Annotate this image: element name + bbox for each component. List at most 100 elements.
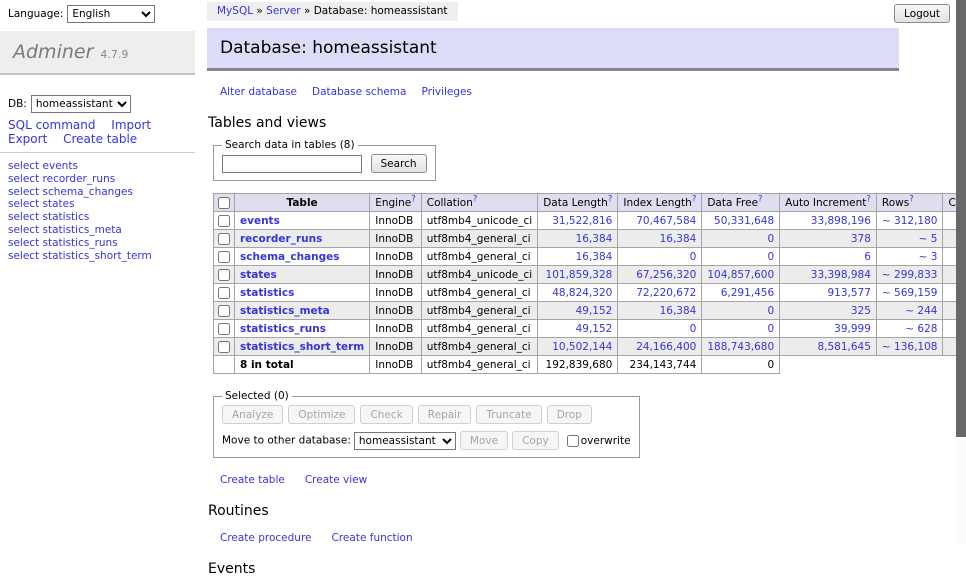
rows-link[interactable]: ~ 244 — [905, 305, 937, 317]
data-length-link[interactable]: 10,502,144 — [552, 341, 612, 353]
help-link[interactable]: ? — [608, 194, 613, 204]
rows-link[interactable]: ~ 569,159 — [882, 287, 938, 299]
sidebar-link-export[interactable]: Export — [8, 132, 47, 146]
breadcrumb-link-mysql[interactable]: MySQL — [217, 5, 253, 17]
search-input[interactable] — [222, 155, 362, 173]
move-db-select[interactable]: homeassistant — [354, 432, 456, 450]
table-name-link[interactable]: statistics — [240, 287, 294, 299]
help-link[interactable]: ? — [692, 194, 697, 204]
drop-button[interactable]: Drop — [547, 405, 592, 424]
help-link[interactable]: ? — [758, 194, 763, 204]
table-name-link[interactable]: events — [240, 215, 280, 227]
sidebar-select-events[interactable]: select events — [8, 160, 78, 172]
move-button[interactable]: Move — [460, 431, 508, 450]
sidebar-link-create-table[interactable]: Create table — [63, 132, 137, 146]
auto-increment-link[interactable]: 33,898,196 — [811, 215, 871, 227]
optimize-button[interactable]: Optimize — [288, 405, 355, 424]
help-link[interactable]: ? — [866, 194, 871, 204]
table-name-link[interactable]: statistics_short_term — [240, 341, 364, 353]
create-view-link[interactable]: Create view — [305, 474, 367, 486]
auto-increment-link[interactable]: 325 — [851, 305, 871, 317]
create-procedure-link[interactable]: Create procedure — [220, 532, 312, 544]
check-button[interactable]: Check — [360, 405, 412, 424]
search-button[interactable]: Search — [371, 154, 427, 173]
row-checkbox[interactable] — [218, 323, 230, 335]
help-link[interactable]: ? — [473, 194, 478, 204]
data-length-link[interactable]: 49,152 — [576, 305, 613, 317]
auto-increment-link[interactable]: 6 — [864, 251, 871, 263]
sidebar-select-recorder-runs[interactable]: select recorder_runs — [8, 173, 115, 185]
db-select[interactable]: homeassistant — [31, 95, 131, 113]
repair-button[interactable]: Repair — [418, 405, 472, 424]
index-length-link[interactable]: 67,256,320 — [636, 269, 696, 281]
sidebar-link-import[interactable]: Import — [111, 118, 151, 132]
breadcrumb-link-server[interactable]: Server — [266, 5, 300, 17]
row-checkbox[interactable] — [218, 341, 230, 353]
data-length-link[interactable]: 49,152 — [576, 323, 613, 335]
row-checkbox[interactable] — [218, 215, 230, 227]
sidebar-select-statistics-short-term[interactable]: select statistics_short_term — [8, 250, 152, 262]
sidebar-select-statistics-meta[interactable]: select statistics_meta — [8, 224, 122, 236]
row-checkbox[interactable] — [218, 251, 230, 263]
sidebar-select-states[interactable]: select states — [8, 198, 75, 210]
alter-database-link[interactable]: Alter database — [220, 86, 297, 98]
auto-increment-link[interactable]: 33,398,984 — [811, 269, 871, 281]
data-length-link[interactable]: 101,859,328 — [546, 269, 613, 281]
help-link[interactable]: ? — [909, 194, 914, 204]
sidebar-select-statistics[interactable]: select statistics — [8, 211, 89, 223]
create-table-link[interactable]: Create table — [220, 474, 285, 486]
overwrite-checkbox[interactable] — [567, 435, 579, 447]
data-free-link[interactable]: 6,291,456 — [721, 287, 774, 299]
rows-link[interactable]: ~ 628 — [905, 323, 937, 335]
logout-button[interactable]: Logout — [894, 4, 950, 23]
index-length-link[interactable]: 16,384 — [660, 233, 697, 245]
index-length-link[interactable]: 16,384 — [660, 305, 697, 317]
row-checkbox[interactable] — [218, 233, 230, 245]
data-length-link[interactable]: 31,522,816 — [552, 215, 612, 227]
table-name-link[interactable]: recorder_runs — [240, 233, 322, 245]
privileges-link[interactable]: Privileges — [421, 86, 472, 98]
auto-increment-link[interactable]: 378 — [851, 233, 871, 245]
scrollbar[interactable] — [956, 0, 966, 543]
analyze-button[interactable]: Analyze — [222, 405, 283, 424]
auto-increment-link[interactable]: 913,577 — [828, 287, 871, 299]
data-length-link[interactable]: 16,384 — [576, 251, 613, 263]
sidebar-select-schema-changes[interactable]: select schema_changes — [8, 186, 133, 198]
rows-link[interactable]: ~ 136,108 — [882, 341, 938, 353]
help-link[interactable]: ? — [411, 194, 416, 204]
auto-increment-link[interactable]: 39,999 — [834, 323, 871, 335]
rows-link[interactable]: ~ 5 — [919, 233, 938, 245]
index-length-link[interactable]: 70,467,584 — [636, 215, 696, 227]
language-select[interactable]: English — [67, 5, 155, 23]
index-length-link[interactable]: 72,220,672 — [636, 287, 696, 299]
sidebar-select-statistics-runs[interactable]: select statistics_runs — [8, 237, 118, 249]
row-checkbox[interactable] — [218, 287, 230, 299]
select-all-checkbox[interactable] — [218, 197, 230, 209]
data-length-link[interactable]: 16,384 — [576, 233, 613, 245]
rows-link[interactable]: ~ 3 — [919, 251, 938, 263]
rows-link[interactable]: ~ 299,833 — [882, 269, 938, 281]
auto-increment-link[interactable]: 8,581,645 — [817, 341, 870, 353]
data-free-link[interactable]: 0 — [767, 305, 774, 317]
truncate-button[interactable]: Truncate — [476, 405, 541, 424]
copy-button[interactable]: Copy — [512, 431, 559, 450]
data-free-link[interactable]: 0 — [767, 233, 774, 245]
index-length-link[interactable]: 0 — [690, 323, 697, 335]
database-schema-link[interactable]: Database schema — [312, 86, 406, 98]
table-name-link[interactable]: schema_changes — [240, 251, 340, 263]
data-free-link[interactable]: 50,331,648 — [714, 215, 774, 227]
index-length-link[interactable]: 0 — [690, 251, 697, 263]
data-free-link[interactable]: 188,743,680 — [707, 341, 774, 353]
table-name-link[interactable]: states — [240, 269, 277, 281]
row-checkbox[interactable] — [218, 305, 230, 317]
create-function-link[interactable]: Create function — [332, 532, 413, 544]
table-name-link[interactable]: statistics_meta — [240, 305, 330, 317]
index-length-link[interactable]: 24,166,400 — [636, 341, 696, 353]
data-free-link[interactable]: 104,857,600 — [707, 269, 774, 281]
row-checkbox[interactable] — [218, 269, 230, 281]
table-name-link[interactable]: statistics_runs — [240, 323, 326, 335]
data-length-link[interactable]: 48,824,320 — [552, 287, 612, 299]
data-free-link[interactable]: 0 — [767, 323, 774, 335]
data-free-link[interactable]: 0 — [767, 251, 774, 263]
scrollbar-thumb[interactable] — [956, 0, 966, 437]
